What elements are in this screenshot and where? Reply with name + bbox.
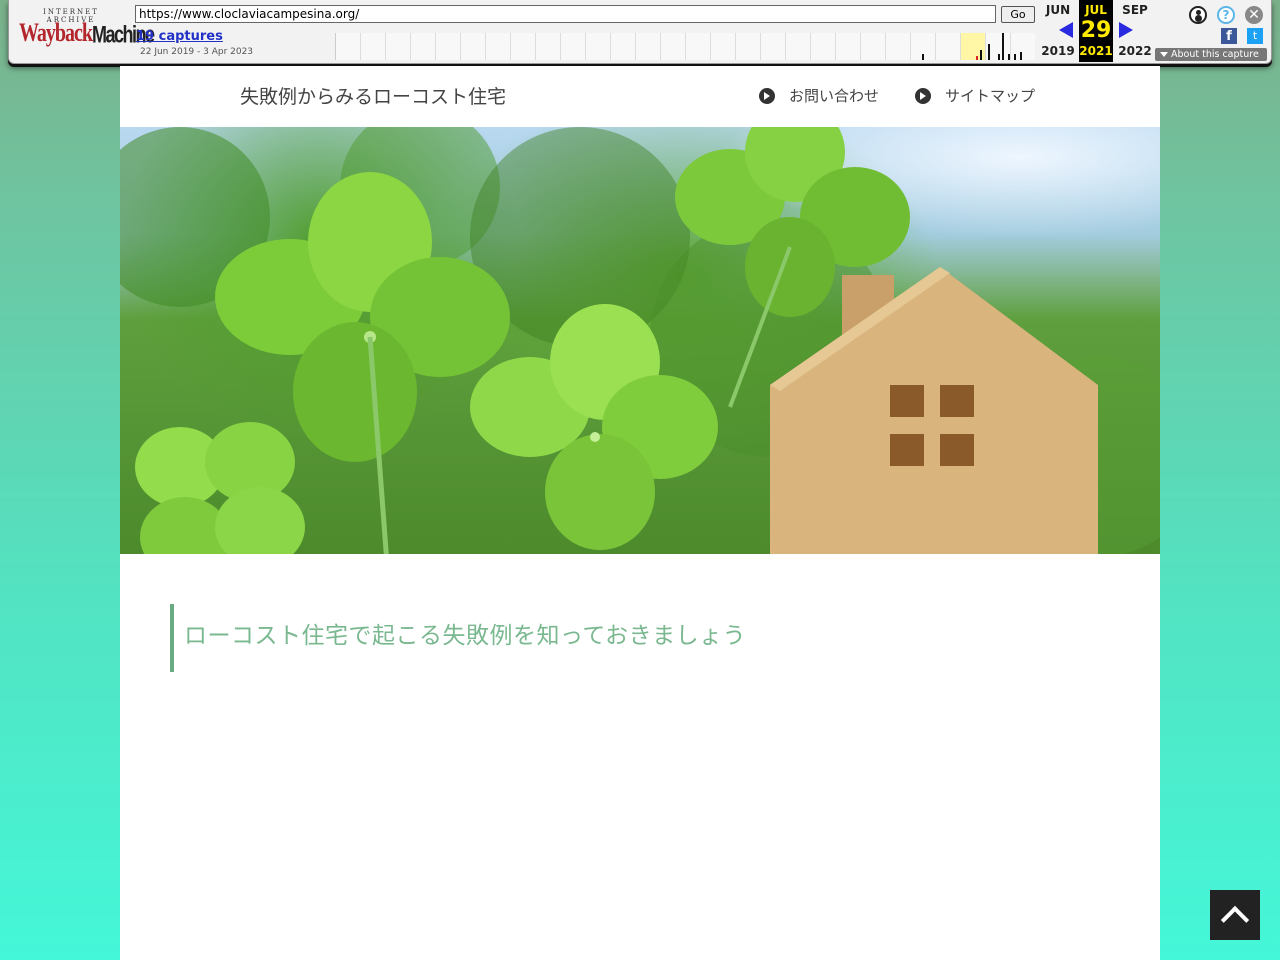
sparkline-month-column bbox=[511, 33, 536, 60]
sparkline-month-column bbox=[961, 33, 986, 60]
sparkline-capture-tick bbox=[980, 50, 982, 60]
sparkline-month-column bbox=[536, 33, 561, 60]
section-heading-block: ローコスト住宅で起こる失敗例を知っておきましょう bbox=[170, 604, 746, 672]
arrow-circle-icon bbox=[915, 87, 931, 104]
prev-capture-arrow-icon[interactable] bbox=[1059, 22, 1073, 38]
section-heading: ローコスト住宅で起こる失敗例を知っておきましょう bbox=[184, 623, 747, 649]
sparkline-month-column bbox=[711, 33, 736, 60]
logo-wayback-text: Wayback bbox=[19, 19, 93, 48]
sparkline-month-column bbox=[486, 33, 511, 60]
prev-month-label: JUN bbox=[1045, 3, 1071, 17]
sparkline-month-column bbox=[436, 33, 461, 60]
sparkline-capture-tick bbox=[1008, 54, 1010, 60]
sparkline-month-column bbox=[361, 33, 386, 60]
sparkline-capture-tick bbox=[998, 54, 1000, 60]
sparkline-month-column bbox=[786, 33, 811, 60]
sparkline-capture-tick bbox=[988, 44, 990, 60]
sparkline-month-column bbox=[886, 33, 911, 60]
current-day-label: 29 bbox=[1080, 18, 1112, 43]
help-icon[interactable]: ? bbox=[1217, 6, 1235, 24]
about-capture-button[interactable]: About this capture bbox=[1155, 48, 1267, 61]
sparkline-month-column bbox=[611, 33, 636, 60]
sparkline-capture-tick bbox=[1020, 52, 1022, 60]
user-account-icon[interactable] bbox=[1189, 6, 1207, 24]
sparkline-capture-tick bbox=[976, 56, 978, 60]
next-year-label: 2022 bbox=[1118, 44, 1152, 58]
arrow-circle-icon bbox=[759, 87, 775, 104]
sparkline-month-column bbox=[686, 33, 711, 60]
clover-small bbox=[135, 422, 305, 554]
sparkline-month-column bbox=[811, 33, 836, 60]
nav-contact-label: お問い合わせ bbox=[789, 87, 880, 105]
sparkline-month-column bbox=[936, 33, 961, 60]
sparkline-month-column bbox=[836, 33, 861, 60]
wayback-toolbar: INTERNET ARCHIVE Wayback Machine https:/… bbox=[8, 0, 1272, 64]
capture-date-range: 22 Jun 2019 - 3 Apr 2023 bbox=[140, 47, 254, 57]
sparkline-month-column bbox=[861, 33, 886, 60]
facebook-icon[interactable]: f bbox=[1221, 28, 1237, 44]
sparkline-month-column bbox=[586, 33, 611, 60]
sparkline-month-column bbox=[661, 33, 686, 60]
sparkline-month-column bbox=[736, 33, 761, 60]
capture-sparkline[interactable] bbox=[335, 33, 1035, 60]
sparkline-capture-tick bbox=[1014, 54, 1016, 60]
sparkline-month-column bbox=[411, 33, 436, 60]
next-capture-arrow-icon[interactable] bbox=[1119, 22, 1133, 38]
nav-contact-link[interactable]: お問い合わせ bbox=[759, 85, 879, 106]
sparkline-month-column bbox=[336, 33, 361, 60]
sparkline-month-column bbox=[761, 33, 786, 60]
current-month-label: JUL bbox=[1085, 3, 1107, 17]
sparkline-month-column bbox=[386, 33, 411, 60]
go-button[interactable]: Go bbox=[1001, 6, 1035, 23]
current-year-label: 2021 bbox=[1079, 44, 1113, 58]
prev-year-label: 2019 bbox=[1041, 44, 1075, 58]
clover-house-illustration bbox=[120, 127, 1160, 554]
hero-image bbox=[120, 127, 1160, 554]
sparkline-month-column bbox=[561, 33, 586, 60]
page-container: 失敗例からみるローコスト住宅 お問い合わせ サイトマップ ローコスト住宅で起こる… bbox=[120, 66, 1160, 960]
next-month-label: SEP bbox=[1122, 3, 1148, 17]
site-header: 失敗例からみるローコスト住宅 お問い合わせ サイトマップ bbox=[120, 66, 1160, 127]
sparkline-month-column bbox=[636, 33, 661, 60]
sparkline-capture-tick bbox=[922, 54, 924, 60]
site-title[interactable]: 失敗例からみるローコスト住宅 bbox=[240, 82, 506, 109]
sparkline-capture-tick bbox=[1002, 33, 1004, 60]
nav-sitemap-link[interactable]: サイトマップ bbox=[915, 85, 1035, 106]
back-to-top-button[interactable] bbox=[1210, 890, 1260, 940]
sparkline-month-column bbox=[461, 33, 486, 60]
captures-link[interactable]: 19 captures bbox=[136, 29, 223, 44]
twitter-icon[interactable]: t bbox=[1247, 28, 1263, 44]
calendar-current-capture: JUL 29 2021 bbox=[1079, 0, 1113, 62]
wayback-logo[interactable]: INTERNET ARCHIVE Wayback Machine bbox=[19, 8, 155, 52]
close-icon[interactable]: ✕ bbox=[1245, 6, 1263, 24]
wayback-url-input[interactable]: https://www.cloclaviacampesina.org/ bbox=[135, 5, 996, 23]
nav-sitemap-label: サイトマップ bbox=[945, 87, 1036, 105]
